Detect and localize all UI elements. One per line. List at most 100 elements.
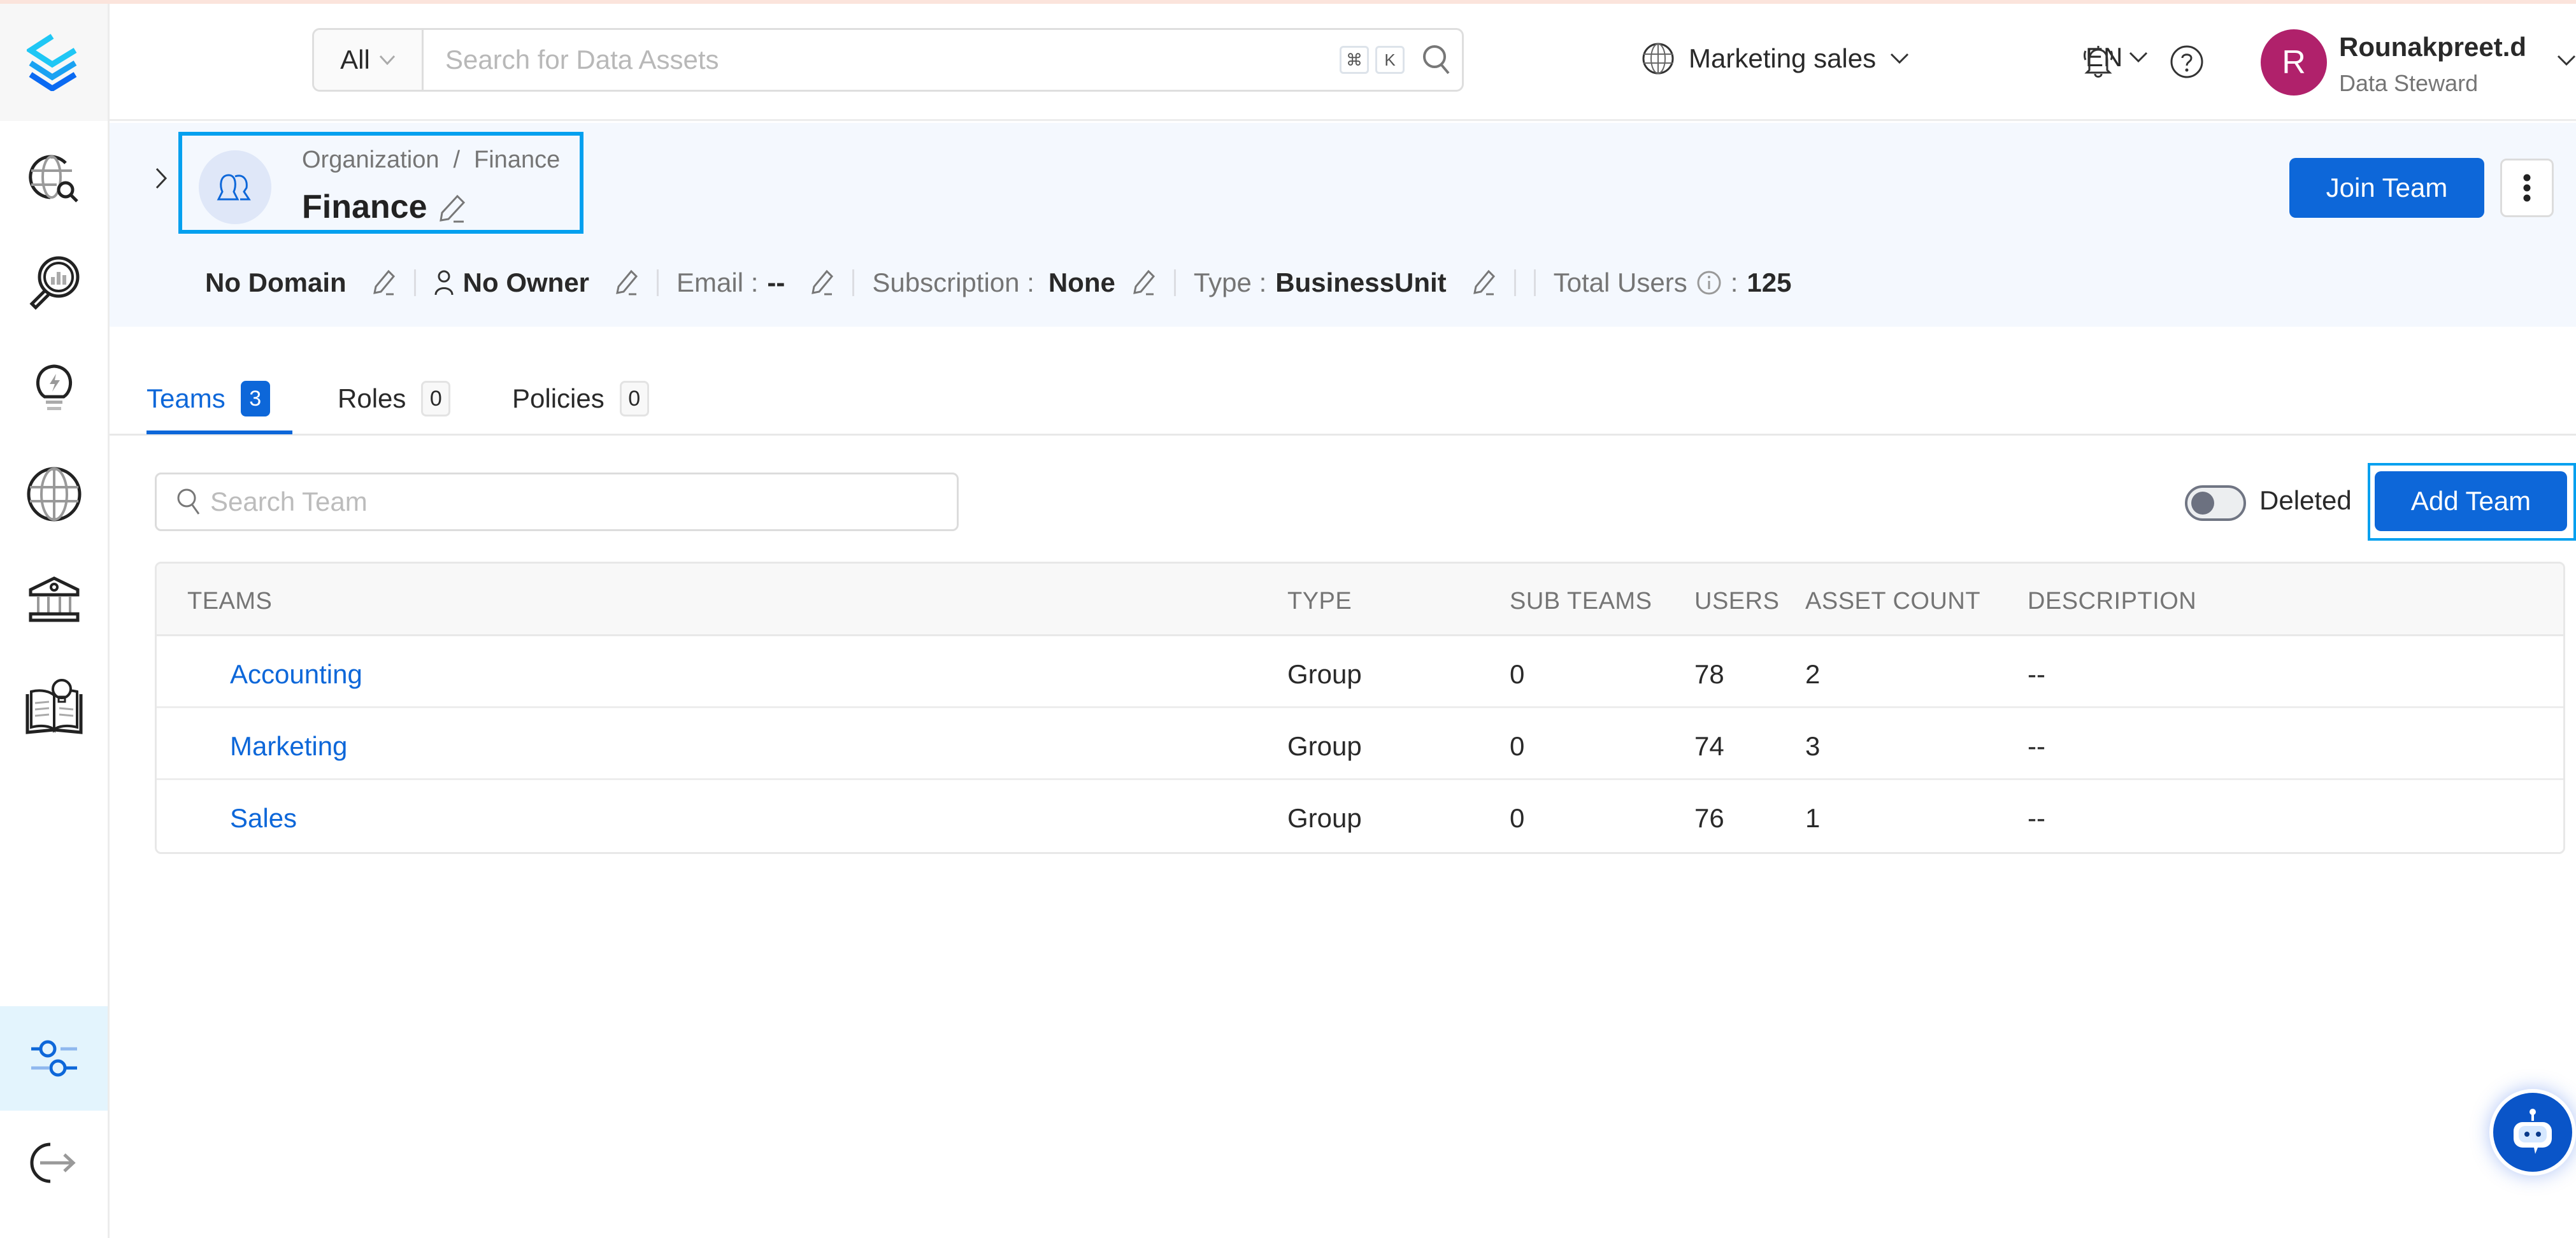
- edit-domain-button[interactable]: [371, 269, 396, 297]
- team-search: [155, 473, 959, 531]
- tab-teams-label: Teams: [147, 383, 225, 413]
- app-logo[interactable]: [0, 4, 108, 121]
- user-menu-toggle[interactable]: [2557, 55, 2576, 69]
- owner-value: No Owner: [462, 267, 590, 297]
- email-label: Email :: [676, 267, 759, 297]
- domain-field: No Domain: [205, 267, 396, 298]
- add-team-button[interactable]: Add Team: [2375, 471, 2567, 531]
- expand-panel-button[interactable]: [155, 167, 168, 193]
- bank-building-icon: [29, 576, 79, 622]
- team-description: --: [2028, 731, 2045, 761]
- edit-title-button[interactable]: [434, 192, 468, 229]
- more-options-button[interactable]: [2500, 159, 2554, 217]
- sidebar-item-governance[interactable]: [0, 549, 108, 651]
- column-header-asset-count[interactable]: ASSET COUNT: [1805, 588, 1980, 615]
- owner-field: No Owner: [434, 267, 639, 298]
- type-value: BusinessUnit: [1275, 267, 1447, 297]
- column-header-users[interactable]: USERS: [1694, 588, 1779, 615]
- chevron-down-icon: [2557, 55, 2576, 66]
- tab-roles[interactable]: Roles 0: [338, 373, 451, 424]
- user-avatar[interactable]: R: [2261, 29, 2327, 96]
- chevron-down-icon: [379, 55, 395, 65]
- edit-owner-button[interactable]: [613, 269, 639, 297]
- edit-email-button[interactable]: [809, 269, 834, 297]
- column-header-teams[interactable]: TEAMS: [187, 588, 272, 615]
- sidebar-item-data-quality[interactable]: [0, 232, 108, 334]
- sidebar-item-domains[interactable]: [0, 443, 108, 545]
- globe-icon: [1642, 43, 1674, 75]
- edit-subscription-button[interactable]: [1131, 269, 1156, 297]
- sidebar-item-settings[interactable]: [0, 1006, 108, 1111]
- page-title: Finance: [302, 189, 427, 225]
- pencil-icon: [440, 194, 466, 223]
- join-team-button[interactable]: Join Team: [2289, 158, 2484, 218]
- team-sub-teams: 0: [1510, 803, 1525, 833]
- pencil-icon: [373, 269, 395, 295]
- column-header-description[interactable]: DESCRIPTION: [2028, 588, 2196, 615]
- chatbot-button[interactable]: [2489, 1089, 2576, 1176]
- team-name-link[interactable]: Marketing: [230, 731, 347, 762]
- toggle-knob: [2191, 492, 2214, 515]
- tab-policies[interactable]: Policies 0: [512, 373, 649, 424]
- search-button[interactable]: [1411, 44, 1462, 76]
- subscription-label: Subscription :: [872, 267, 1034, 297]
- kebab-menu-icon: [2523, 174, 2531, 202]
- team-type: Group: [1287, 731, 1362, 761]
- sidebar: [0, 4, 110, 1238]
- logout-icon: [30, 1142, 76, 1183]
- team-description: --: [2028, 803, 2045, 833]
- help-button[interactable]: [2170, 45, 2204, 82]
- search-input[interactable]: [424, 30, 1340, 90]
- tab-policies-label: Policies: [512, 383, 605, 413]
- email-value: --: [767, 267, 785, 297]
- deleted-toggle-label: Deleted: [2259, 485, 2352, 515]
- user-role: Data Steward: [2339, 70, 2479, 96]
- divider: [1173, 269, 1176, 296]
- total-users-label: Total Users: [1553, 267, 1687, 297]
- sidebar-item-logout[interactable]: [0, 1112, 108, 1214]
- email-field: Email : --: [676, 267, 834, 298]
- sidebar-item-explore[interactable]: [0, 126, 108, 228]
- team-name-link[interactable]: Accounting: [230, 659, 362, 690]
- notifications-button[interactable]: [2082, 45, 2115, 83]
- sidebar-item-insights[interactable]: [0, 338, 108, 439]
- active-tab-indicator: [147, 430, 292, 434]
- kbd-k-key: K: [1375, 46, 1405, 74]
- breadcrumb-finance[interactable]: Finance: [474, 146, 560, 174]
- team-sub-teams: 0: [1510, 659, 1525, 689]
- total-users-field: Total Users : 125: [1554, 267, 1792, 298]
- team-users-icon: [217, 174, 251, 201]
- team-asset-count: 2: [1805, 659, 1821, 689]
- team-search-input[interactable]: [210, 487, 957, 517]
- info-icon[interactable]: [1696, 270, 1722, 295]
- team-users: 74: [1694, 731, 1724, 761]
- column-header-type[interactable]: TYPE: [1287, 588, 1352, 615]
- help-circle-icon: [2170, 45, 2203, 78]
- team-asset-count: 1: [1805, 803, 1821, 833]
- tab-teams-count: 3: [240, 381, 270, 416]
- deleted-toggle[interactable]: [2185, 485, 2246, 521]
- breadcrumb: Organization / Finance: [302, 146, 560, 174]
- domain-selector[interactable]: Marketing sales: [1642, 42, 1909, 75]
- tab-policies-count: 0: [619, 381, 649, 416]
- bell-icon: [2084, 46, 2113, 78]
- search-icon: [1423, 45, 1450, 75]
- teams-table: TEAMS TYPE SUB TEAMS USERS ASSET COUNT D…: [155, 562, 2565, 854]
- pencil-icon: [812, 269, 834, 295]
- tab-teams[interactable]: Teams 3: [147, 373, 270, 424]
- sliders-icon: [31, 1040, 77, 1077]
- breadcrumb-separator: /: [453, 146, 461, 173]
- edit-type-button[interactable]: [1471, 269, 1496, 297]
- user-name: Rounakpreet.d: [2339, 32, 2527, 62]
- sidebar-item-knowledge[interactable]: [0, 655, 108, 757]
- subscription-field: Subscription : None: [872, 267, 1156, 298]
- team-meta-row: No Domain No Owner Email : -- Subscripti…: [205, 264, 1791, 302]
- search-scope-select[interactable]: All: [314, 30, 424, 90]
- chevron-down-icon: [2129, 52, 2148, 63]
- team-name-link[interactable]: Sales: [230, 803, 297, 834]
- pencil-icon: [1133, 269, 1155, 295]
- breadcrumb-organization[interactable]: Organization: [302, 146, 439, 174]
- total-users-separator: :: [1730, 267, 1738, 297]
- column-header-sub-teams[interactable]: SUB TEAMS: [1510, 588, 1652, 615]
- type-field: Type : BusinessUnit: [1194, 267, 1496, 298]
